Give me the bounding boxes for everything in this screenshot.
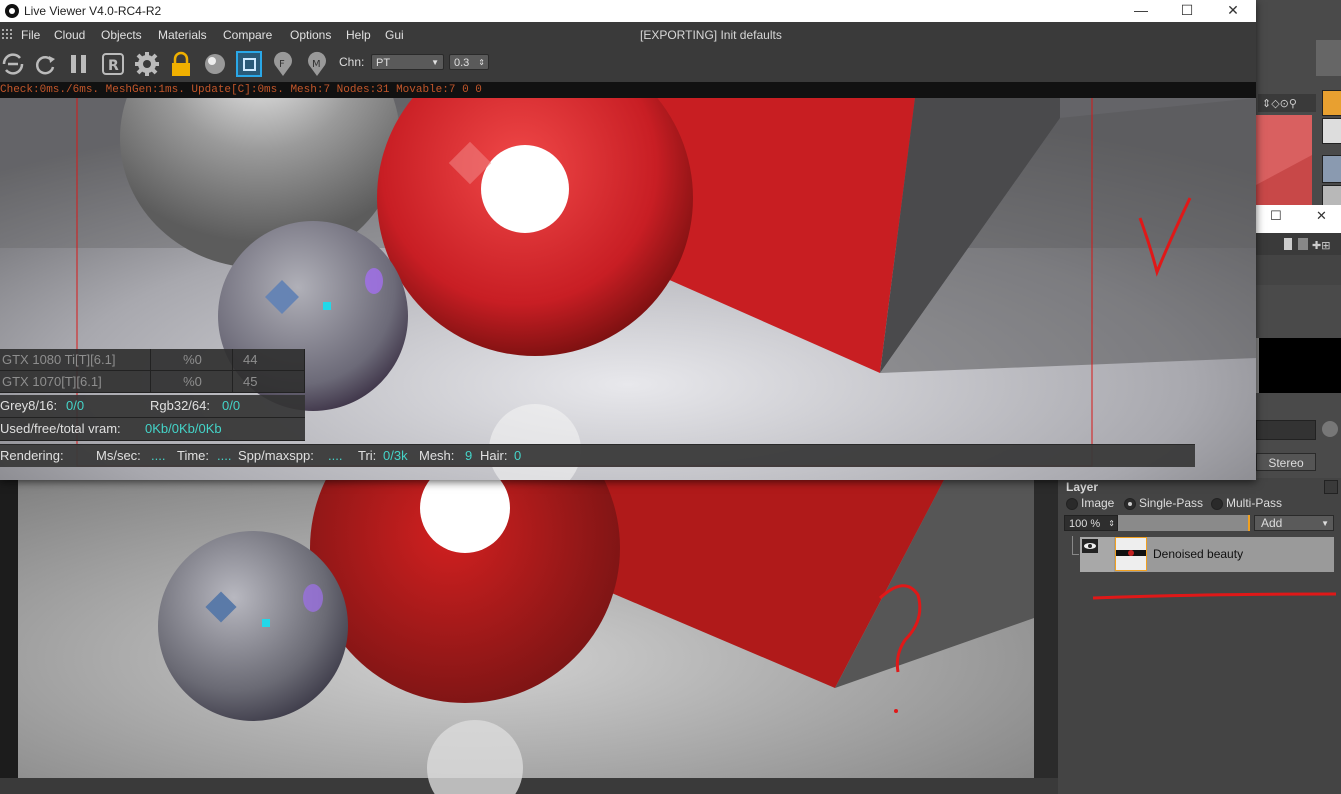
annotation-layer (878, 197, 1337, 713)
checkmark-annotation (1138, 197, 1192, 277)
question-mark-annotation (878, 584, 922, 673)
question-dot-annotation (894, 709, 898, 713)
underline-annotation (1092, 592, 1337, 600)
